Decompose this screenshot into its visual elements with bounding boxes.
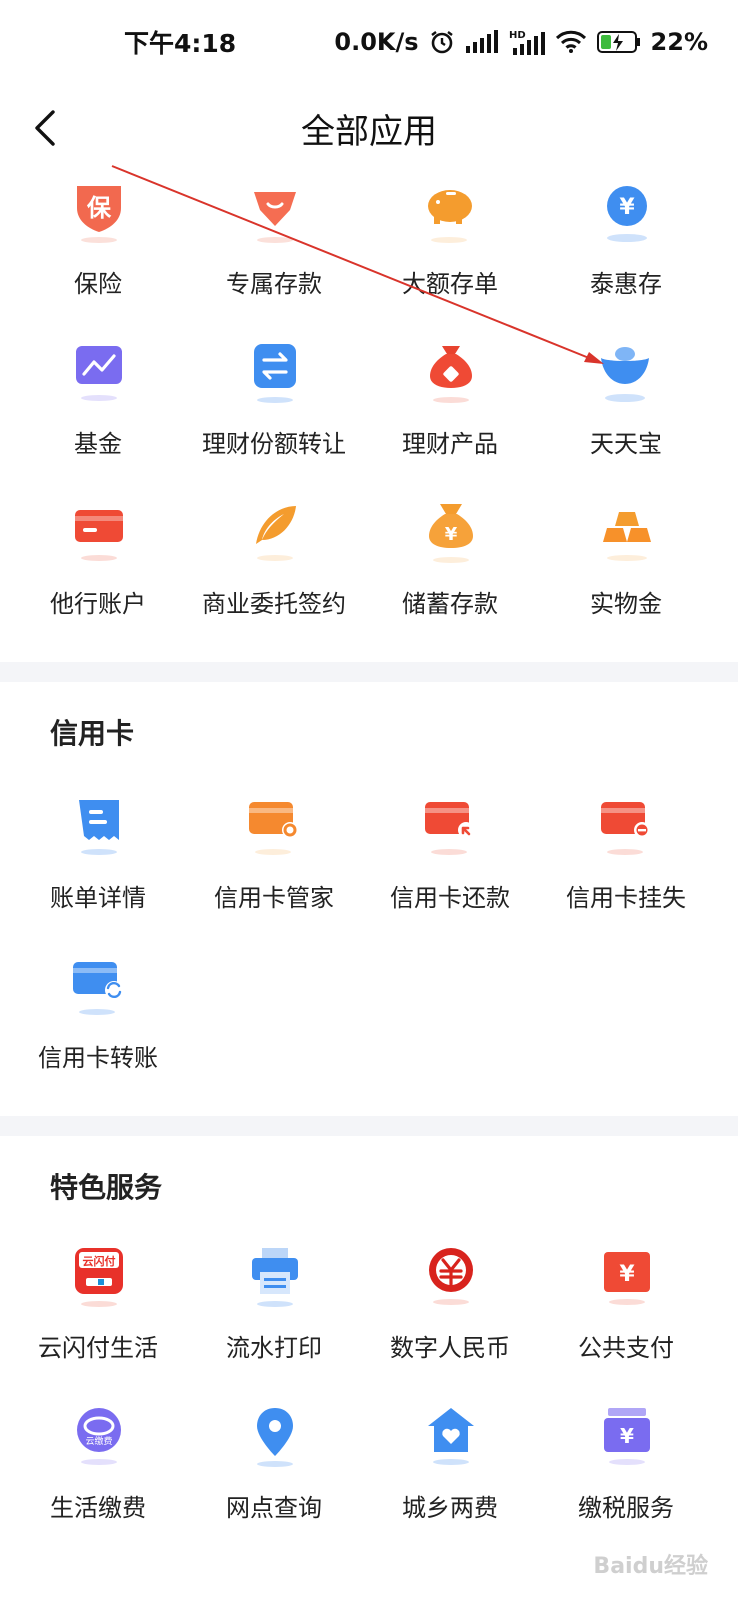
public-pay-icon: ¥ <box>604 1252 650 1305</box>
location-pin-icon <box>257 1408 293 1467</box>
svg-text:云闪付: 云闪付 <box>83 1254 116 1268</box>
app-taihuicun[interactable]: ¥ 泰惠存 <box>534 182 718 342</box>
exchange-icon <box>254 344 296 403</box>
yen-bag-icon: ¥ <box>429 504 473 563</box>
app-wealth-share-transfer[interactable]: 理财份额转让 <box>182 342 366 502</box>
app-tax-service[interactable]: ¥ 缴税服务 <box>534 1406 718 1566</box>
gem-icon <box>254 192 296 243</box>
wifi-icon <box>555 30 586 53</box>
card-gear-icon <box>249 802 298 855</box>
app-card-manager[interactable]: 信用卡管家 <box>182 796 366 956</box>
header: 全部应用 <box>0 80 738 180</box>
card-repay-icon <box>425 802 474 855</box>
app-unionpay-life[interactable]: 云闪付 云闪付生活 <box>6 1246 190 1406</box>
card-minus-icon <box>601 802 650 855</box>
svg-text:保: 保 <box>86 194 112 222</box>
card-transfer-icon <box>73 962 123 1015</box>
app-digital-rmb[interactable]: 数字人民币 <box>358 1246 542 1406</box>
status-time: 下午4:18 <box>124 29 237 58</box>
bill-icon <box>79 800 119 855</box>
section-title-special-services: 特色服务 <box>50 1171 163 1204</box>
yen-coin-icon: ¥ <box>607 186 647 242</box>
app-public-payment[interactable]: ¥ 公共支付 <box>534 1246 718 1406</box>
app-savings-deposit[interactable]: ¥ 储蓄存款 <box>358 502 542 662</box>
printer-icon <box>252 1248 298 1307</box>
app-large-cd[interactable]: 大额存单 <box>358 182 542 342</box>
shield-bao-icon: 保 <box>77 186 121 243</box>
app-card-repayment[interactable]: 信用卡还款 <box>358 796 542 956</box>
app-exclusive-deposit[interactable]: 专属存款 <box>182 182 366 342</box>
section-divider <box>0 1116 738 1136</box>
app-bill-details[interactable]: 账单详情 <box>6 796 190 956</box>
section-title-credit-card: 信用卡 <box>50 717 135 750</box>
section-divider <box>0 662 738 682</box>
feather-icon <box>256 506 296 561</box>
app-other-bank-account[interactable]: 他行账户 <box>6 502 190 662</box>
app-statement-print[interactable]: 流水打印 <box>182 1246 366 1406</box>
alarm-icon <box>430 31 453 54</box>
bank-card-icon <box>75 510 123 561</box>
life-fee-icon: 云缴费 <box>77 1408 121 1465</box>
app-tiantianbao[interactable]: 天天宝 <box>534 342 718 502</box>
signal-hd-icon: HD <box>509 30 545 55</box>
app-wealth-products[interactable]: 理财产品 <box>358 342 542 502</box>
status-bar: 下午4:18 0.0K/s HD 22% <box>0 0 738 80</box>
page-title: 全部应用 <box>301 112 437 152</box>
app-urban-rural-fees[interactable]: 城乡两费 <box>358 1406 542 1566</box>
svg-text:¥: ¥ <box>619 195 635 220</box>
digital-rmb-icon <box>429 1248 473 1305</box>
svg-text:¥: ¥ <box>445 524 458 545</box>
app-commercial-entrust[interactable]: 商业委托签约 <box>182 502 366 662</box>
trend-chart-icon <box>76 346 122 401</box>
app-life-bill-payment[interactable]: 云缴费 生活缴费 <box>6 1406 190 1566</box>
battery-icon <box>596 31 640 53</box>
unionpay-icon: 云闪付 <box>75 1248 123 1307</box>
gold-ingot-icon <box>601 347 649 402</box>
svg-text:¥: ¥ <box>619 1262 635 1287</box>
piggy-bank-icon <box>428 190 472 243</box>
app-insurance[interactable]: 保 保险 <box>6 182 190 342</box>
money-bag-icon <box>430 346 472 403</box>
gold-bars-icon <box>603 512 651 561</box>
tax-box-icon: ¥ <box>604 1408 650 1465</box>
house-heart-icon <box>428 1408 474 1465</box>
app-card-report-loss[interactable]: 信用卡挂失 <box>534 796 718 956</box>
battery-percent: 22% <box>650 28 708 56</box>
app-fund[interactable]: 基金 <box>6 342 190 502</box>
signal-icon <box>465 30 498 53</box>
app-branch-locator[interactable]: 网点查询 <box>182 1406 366 1566</box>
watermark: Baidu经验 <box>593 1554 708 1579</box>
status-icons: 0.0K/s HD 22% <box>334 22 708 62</box>
app-physical-gold[interactable]: 实物金 <box>534 502 718 662</box>
svg-text:¥: ¥ <box>620 1424 634 1448</box>
network-speed: 0.0K/s <box>334 28 419 56</box>
svg-text:云缴费: 云缴费 <box>85 1435 112 1447</box>
svg-text:HD: HD <box>509 30 526 41</box>
app-card-transfer[interactable]: 信用卡转账 <box>6 956 190 1116</box>
